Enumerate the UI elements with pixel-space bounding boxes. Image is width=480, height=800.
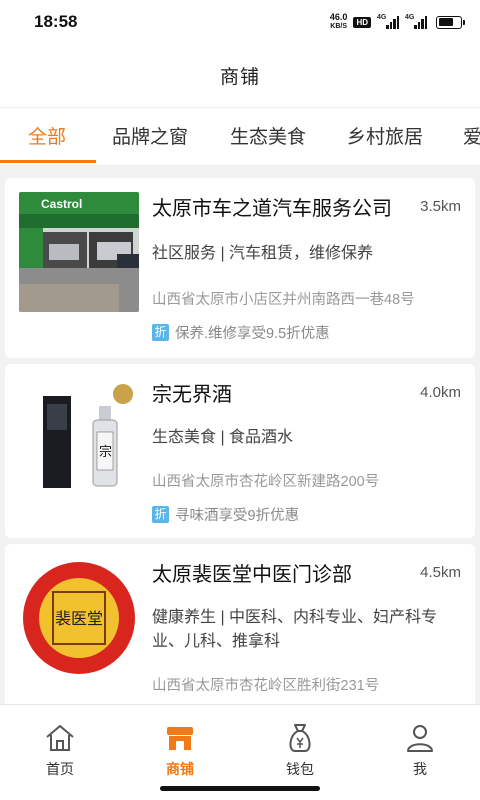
shop-address: 山西省太原市杏花岭区胜利街231号 bbox=[152, 678, 380, 694]
shop-image: 宗 bbox=[19, 378, 139, 498]
home-icon bbox=[46, 725, 74, 751]
shop-promo: 折 寻味酒享受9折优惠 bbox=[152, 504, 299, 525]
category-tabs: 全部 品牌之窗 生态美食 乡村旅居 爱 bbox=[0, 108, 480, 166]
nav-label: 商铺 bbox=[166, 761, 194, 777]
tab-all[interactable]: 全部 bbox=[28, 108, 66, 165]
status-icons: 46.0 KB/S HD 4G 4G bbox=[330, 13, 465, 31]
network-speed: 46.0 KB/S bbox=[330, 13, 348, 31]
signal-icon: 4G bbox=[377, 14, 399, 29]
shop-image: 裴医堂 bbox=[19, 558, 139, 678]
nav-item-wallet[interactable]: 钱包 bbox=[240, 705, 360, 785]
promo-text: 保养.维修享受9.5折优惠 bbox=[175, 326, 330, 342]
active-tab-indicator bbox=[0, 160, 96, 163]
nav-item-shop[interactable]: 商铺 bbox=[120, 705, 240, 785]
shop-card[interactable]: 裴医堂 太原裴医堂中医门诊部 4.5km 健康养生 | 中医科、内科专业、妇产科… bbox=[5, 544, 475, 704]
status-bar: 18:58 46.0 KB/S HD 4G 4G bbox=[0, 0, 480, 44]
shop-address: 山西省太原市小店区并州南路西一巷48号 bbox=[152, 292, 415, 308]
network-speed-unit: KB/S bbox=[330, 23, 348, 30]
shop-card[interactable]: Castrol 太原市车之道汽车服务公司 3.5km 社区服务 | 汽车租赁，维… bbox=[5, 178, 475, 358]
shop-distance: 3.5km bbox=[420, 198, 461, 215]
shop-category: 生态美食 | 食品酒水 bbox=[152, 429, 294, 446]
shop-name: 太原市车之道汽车服务公司 bbox=[152, 198, 392, 220]
tab-more[interactable]: 爱 bbox=[463, 108, 480, 165]
shop-promo: 折 保养.维修享受9.5折优惠 bbox=[152, 322, 330, 343]
tab-brand-window[interactable]: 品牌之窗 bbox=[112, 108, 188, 165]
shop-icon bbox=[167, 727, 193, 750]
discount-icon: 折 bbox=[152, 324, 169, 341]
shop-category: 健康养生 | 中医科、内科专业、妇产科专业、儿科、推拿科 bbox=[152, 609, 438, 650]
shop-card[interactable]: 宗 宗无界酒 4.0km 生态美食 | 食品酒水 山西省太原市杏花岭区新建路20… bbox=[5, 364, 475, 538]
shop-address: 山西省太原市杏花岭区新建路200号 bbox=[152, 474, 380, 490]
nav-label: 我 bbox=[413, 761, 427, 777]
network-speed-value: 46.0 bbox=[329, 12, 348, 22]
nav-label: 钱包 bbox=[286, 761, 314, 777]
shop-name: 太原裴医堂中医门诊部 bbox=[152, 564, 352, 586]
shop-distance: 4.0km bbox=[420, 384, 461, 401]
shop-name: 宗无界酒 bbox=[152, 384, 232, 406]
shop-category: 社区服务 | 汽车租赁，维修保养 bbox=[152, 245, 374, 262]
shop-image-label-text: 宗 bbox=[99, 444, 112, 460]
promo-text: 寻味酒享受9折优惠 bbox=[175, 508, 300, 524]
hd-icon: HD bbox=[353, 16, 371, 28]
signal-icon: 4G bbox=[405, 14, 427, 29]
shop-image-logo-text: 裴医堂 bbox=[55, 609, 103, 628]
page-title: 商铺 bbox=[219, 67, 260, 88]
signal-type-label: 4G bbox=[377, 14, 387, 21]
user-icon bbox=[407, 725, 433, 752]
shop-image: Castrol bbox=[19, 192, 139, 312]
wallet-icon bbox=[289, 724, 311, 752]
tab-rural-stay[interactable]: 乡村旅居 bbox=[347, 108, 423, 165]
tab-eco-food[interactable]: 生态美食 bbox=[230, 108, 306, 165]
header: 商铺 bbox=[0, 44, 480, 108]
discount-icon: 折 bbox=[152, 506, 169, 523]
shop-distance: 4.5km bbox=[420, 564, 461, 581]
nav-item-me[interactable]: 我 bbox=[360, 705, 480, 785]
home-indicator bbox=[160, 786, 320, 791]
nav-label: 首页 bbox=[46, 761, 74, 777]
status-time: 18:58 bbox=[34, 12, 78, 31]
signal-type-label: 4G bbox=[405, 14, 415, 21]
nav-item-home[interactable]: 首页 bbox=[0, 705, 120, 785]
battery-icon bbox=[436, 15, 465, 29]
shop-list[interactable]: Castrol 太原市车之道汽车服务公司 3.5km 社区服务 | 汽车租赁，维… bbox=[0, 166, 480, 704]
shop-image-sign-text: Castrol bbox=[41, 197, 82, 211]
